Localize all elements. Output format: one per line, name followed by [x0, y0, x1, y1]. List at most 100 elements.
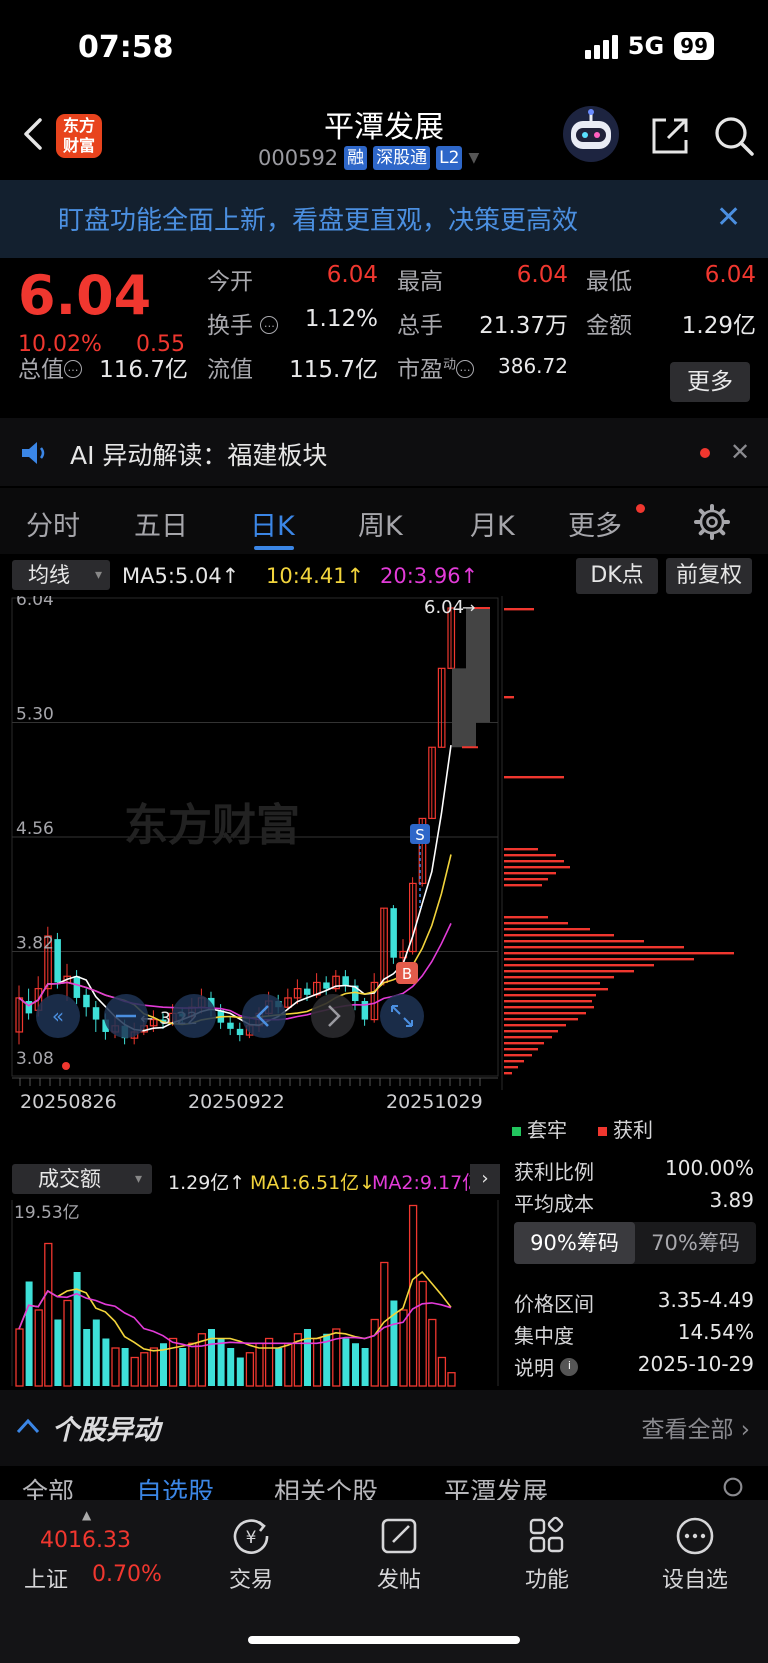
chip-bar	[504, 866, 570, 869]
pe-label-text: 市盈	[397, 357, 443, 383]
subtab-all[interactable]: 全部	[22, 1472, 74, 1500]
zoom-in-icon[interactable]	[172, 994, 216, 1038]
ma-indicator-row: 均线 MA5:5.04↑ 10:4.41↑ 20:3.96↑ DK点 前复权	[0, 556, 768, 596]
candle-body	[323, 982, 330, 989]
promo-banner[interactable]: 盯盘功能全面上新，看盘更直观，决策更高效 ✕	[0, 180, 768, 258]
volume-chart[interactable]: 19.53亿	[0, 1198, 500, 1388]
tab-chip-70[interactable]: 70%筹码	[635, 1222, 756, 1264]
view-all-link[interactable]: 查看全部 ›	[641, 1410, 750, 1444]
search-icon[interactable]	[712, 114, 756, 158]
chip-bar	[504, 696, 514, 699]
subtab-stock[interactable]: 平潭发展	[444, 1472, 548, 1500]
robot-assistant-icon[interactable]	[560, 104, 622, 164]
volume-bar	[428, 1318, 437, 1387]
chip-bar	[504, 878, 548, 881]
volume-bar	[236, 1357, 244, 1386]
info-icon[interactable]: …	[456, 360, 475, 378]
scroll-right-icon[interactable]	[311, 994, 355, 1038]
close-icon[interactable]: ✕	[716, 200, 741, 235]
share-icon[interactable]	[648, 114, 692, 158]
tab-monthly-k[interactable]: 月K	[470, 504, 515, 543]
mktcap-value: 116.7亿	[99, 357, 188, 383]
chevron-up-icon[interactable]	[14, 1412, 42, 1440]
svg-text:¥: ¥	[246, 1528, 257, 1548]
turnover-label: 换手 …	[207, 306, 279, 340]
chip-distribution-chart[interactable]	[500, 596, 768, 1090]
indicator-select[interactable]: 均线	[12, 560, 110, 590]
volume-bar	[149, 1347, 159, 1387]
notification-dot	[700, 448, 710, 458]
subtab-related[interactable]: 相关个股	[274, 1472, 378, 1500]
note-date: 2025-10-29	[637, 1352, 754, 1376]
gear-icon[interactable]	[718, 1472, 748, 1500]
mktcap-label: 总值…	[18, 350, 82, 384]
function-button[interactable]: 功能	[502, 1516, 592, 1594]
scroll-left-icon[interactable]	[242, 994, 286, 1038]
fullscreen-icon[interactable]	[380, 994, 424, 1038]
tab-intraday[interactable]: 分时	[26, 504, 80, 543]
ai-interpretation-row[interactable]: AI 异动解读：福建板块 ✕	[0, 418, 768, 486]
svg-text:«: «	[52, 1004, 64, 1028]
status-bar: 07:58 5G 99	[0, 0, 768, 100]
info-icon[interactable]: …	[260, 316, 279, 334]
ma20-value: 20:3.96↑	[380, 564, 479, 588]
post-button[interactable]: 发帖	[354, 1516, 444, 1594]
last-price: 6.04	[18, 264, 152, 327]
subtab-watchlist[interactable]: 自选股	[136, 1472, 214, 1500]
gear-icon[interactable]	[694, 504, 730, 540]
info-icon[interactable]: …	[64, 360, 82, 378]
post-label: 发帖	[376, 1568, 421, 1593]
turnover-value: 1.12%	[304, 306, 378, 332]
high-value: 6.04	[516, 262, 568, 288]
index-value[interactable]: 4016.33	[40, 1528, 131, 1553]
volume-indicator-select[interactable]: 成交额	[12, 1164, 152, 1194]
chevron-right-icon[interactable]: ›	[470, 1164, 500, 1194]
volume-bar	[92, 1319, 100, 1386]
chip-bar	[504, 1048, 538, 1051]
alerts-title: 个股异动	[52, 1415, 160, 1446]
tab-five-day[interactable]: 五日	[134, 504, 188, 543]
trade-button[interactable]: ¥ 交易	[206, 1516, 296, 1594]
volume-bar	[140, 1352, 149, 1387]
info-icon[interactable]: i	[560, 1358, 579, 1376]
more-button[interactable]: 更多	[670, 362, 750, 402]
dk-point-button[interactable]: DK点	[576, 558, 658, 594]
low-label: 最低	[586, 269, 632, 295]
pe-type: 动	[443, 357, 457, 373]
edit-icon	[381, 1518, 417, 1554]
y-axis-label: 6.04	[16, 596, 54, 610]
kline-chart[interactable]: 东方财富 6.04 5.30 4.56 3.82 3.08 20250826 2025092…	[0, 596, 500, 1116]
open-value: 6.04	[326, 262, 378, 288]
candle-body	[25, 1001, 33, 1014]
legend-profit-label: 获利	[613, 1118, 653, 1142]
network-label: 5G	[627, 32, 665, 60]
active-tab-indicator	[254, 546, 294, 550]
view-all-label: 查看全部	[641, 1417, 734, 1443]
close-icon[interactable]: ✕	[730, 438, 750, 466]
tab-weekly-k[interactable]: 周K	[358, 504, 403, 543]
tag-l2: L2	[436, 146, 463, 170]
volume-bar	[275, 1348, 283, 1386]
tab-more[interactable]: 更多	[568, 504, 622, 543]
volume-header: 成交额 1.29亿↑ MA1:6.51亿↓ MA2:9.17亿 ›	[0, 1160, 500, 1198]
add-watchlist-button[interactable]: 设自选	[650, 1516, 740, 1594]
pe-value: 386.72	[498, 354, 568, 378]
candle-body	[92, 1007, 100, 1020]
volume-bar	[121, 1348, 129, 1386]
tab-chip-90[interactable]: 90%筹码	[514, 1222, 635, 1264]
stock-alerts-section[interactable]: 个股异动 查看全部 ›	[0, 1390, 768, 1466]
volume-bar	[188, 1342, 197, 1387]
stock-code-row[interactable]: 000592 融 深股通 L2 ▼	[258, 146, 479, 170]
volume-value: 21.37万	[479, 313, 568, 339]
speaker-icon	[22, 442, 45, 464]
volume-bar	[437, 1356, 447, 1387]
adjust-mode-button[interactable]: 前复权	[666, 558, 752, 594]
candle-body	[73, 976, 81, 998]
chip-bar	[504, 608, 534, 611]
chip-bar	[504, 1060, 524, 1063]
amount-value: 1.29亿	[681, 313, 756, 339]
volume-bar	[111, 1347, 120, 1387]
candle-body	[83, 994, 90, 1008]
tab-daily-k[interactable]: 日K	[250, 504, 295, 543]
note-label[interactable]: 说明 i	[514, 1352, 579, 1381]
